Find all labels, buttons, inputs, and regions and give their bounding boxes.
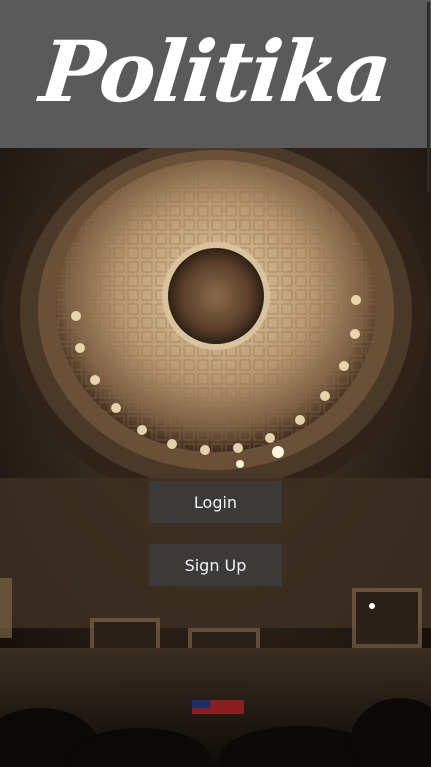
rotunda-illustration xyxy=(0,148,431,767)
scrollbar[interactable] xyxy=(426,0,431,767)
app-header: Politika xyxy=(0,0,431,148)
scrollbar-thumb[interactable] xyxy=(427,2,430,192)
login-button[interactable]: Login xyxy=(149,481,282,523)
hero-image xyxy=(0,148,431,767)
app-logo: Politika xyxy=(36,22,395,121)
signup-button[interactable]: Sign Up xyxy=(149,544,282,586)
